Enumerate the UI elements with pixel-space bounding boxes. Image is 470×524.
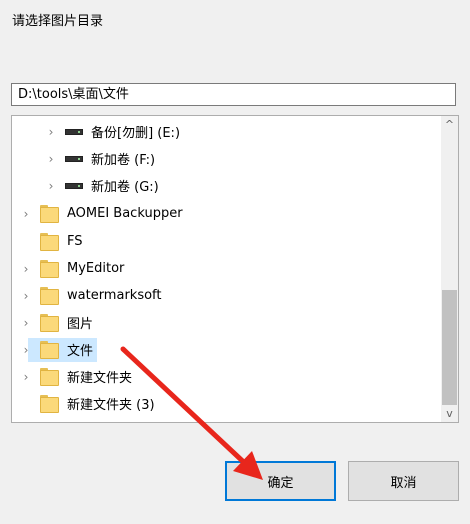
chevron-right-icon[interactable]: › xyxy=(20,289,32,303)
tree-item-label: 文件 xyxy=(67,344,94,359)
tree-item-new-folder[interactable]: › 新建文件夹 xyxy=(20,363,132,390)
chevron-right-icon[interactable]: › xyxy=(20,262,32,276)
scrollbar-thumb[interactable] xyxy=(442,290,457,405)
tree-item-pictures[interactable]: › 图片 xyxy=(20,309,93,336)
chevron-right-icon[interactable]: › xyxy=(45,179,57,193)
chevron-right-icon[interactable]: › xyxy=(45,125,57,139)
tree-item-drive-g[interactable]: › 新加卷 (G:) xyxy=(45,172,159,199)
tree-item-watermarksoft[interactable]: › watermarksoft xyxy=(20,282,162,309)
dialog-prompt: 请选择图片目录 xyxy=(12,14,104,29)
tree-item-label: watermarksoft xyxy=(67,288,162,303)
drive-icon xyxy=(65,155,83,162)
scroll-down-arrow-icon[interactable]: v xyxy=(441,405,458,422)
folder-icon xyxy=(40,232,59,252)
tree-item-fs[interactable]: FS xyxy=(20,228,83,255)
drive-icon xyxy=(65,182,83,189)
folder-icon xyxy=(40,286,59,306)
tree-item-aomei[interactable]: › AOMEI Backupper xyxy=(20,200,183,227)
folder-icon xyxy=(40,259,59,279)
tree-item-new-folder-3[interactable]: 新建文件夹 (3) xyxy=(20,390,155,417)
tree-item-label: MyEditor xyxy=(67,261,125,276)
chevron-right-icon[interactable]: › xyxy=(20,207,32,221)
tree-item-myeditor[interactable]: › MyEditor xyxy=(20,255,124,282)
scroll-up-arrow-icon[interactable]: ^ xyxy=(441,116,458,133)
folder-icon xyxy=(40,394,59,414)
tree-item-drive-f[interactable]: › 新加卷 (F:) xyxy=(45,145,156,172)
folder-icon xyxy=(40,367,59,387)
selection-highlight: 文件 xyxy=(28,337,98,362)
drive-icon xyxy=(65,128,83,135)
ok-button[interactable]: 确定 xyxy=(225,461,336,501)
folder-tree[interactable]: › 备份[勿删] (E:) › 新加卷 (F:) › 新加卷 (G:) › AO… xyxy=(11,115,459,423)
tree-item-label: 新建文件夹 (3) xyxy=(67,398,155,413)
cancel-button[interactable]: 取消 xyxy=(348,461,459,501)
tree-item-label: 备份[勿删] (E:) xyxy=(91,126,181,141)
tree-item-label: 新加卷 (F:) xyxy=(91,153,156,168)
folder-icon xyxy=(40,313,59,333)
folder-icon xyxy=(40,340,59,360)
chevron-right-icon[interactable]: › xyxy=(20,316,32,330)
folder-icon xyxy=(40,204,59,224)
vertical-scrollbar[interactable]: ^ v xyxy=(441,116,458,422)
chevron-right-icon[interactable]: › xyxy=(20,370,32,384)
tree-item-files-selected[interactable]: › 文件 xyxy=(20,336,98,363)
chevron-right-icon[interactable]: › xyxy=(45,152,57,166)
tree-item-label: 图片 xyxy=(67,317,94,332)
tree-item-drive-e[interactable]: › 备份[勿删] (E:) xyxy=(45,118,180,145)
tree-item-label: 新建文件夹 xyxy=(67,371,133,386)
path-input[interactable]: D:\tools\桌面\文件 xyxy=(11,83,456,106)
tree-item-label: 新加卷 (G:) xyxy=(91,180,159,195)
tree-item-label: AOMEI Backupper xyxy=(67,206,183,221)
tree-item-label: FS xyxy=(67,234,83,249)
